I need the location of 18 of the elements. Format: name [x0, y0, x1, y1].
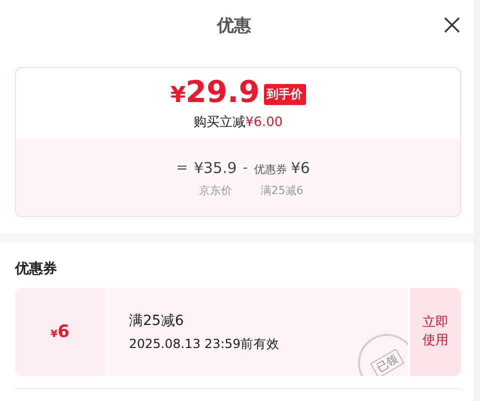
section-heading: 优惠券	[15, 260, 58, 278]
minus-sign: -	[242, 158, 248, 178]
base-price: ¥35.9	[194, 158, 237, 178]
sheet-title: 优惠	[217, 14, 251, 36]
saving-amount: ¥6.00	[245, 115, 283, 130]
discount-value: ¥6	[290, 158, 310, 178]
base-price-caption: 京东价	[198, 182, 232, 198]
discount-caption: 满25减6	[260, 182, 304, 198]
equals-sign: =	[176, 158, 188, 178]
final-price: ¥29.9	[170, 77, 260, 112]
discount-label: 优惠券	[254, 162, 287, 176]
coupon-condition: 满25减6	[129, 312, 185, 330]
coupon-expiry: 2025.08.13 23:59前有效	[129, 336, 281, 352]
close-icon[interactable]	[444, 17, 460, 33]
coupon-value: ¥6	[50, 322, 70, 342]
saving-label: 购买立减	[193, 115, 246, 130]
final-price-tag: 到手价	[264, 84, 306, 105]
use-now-button[interactable]: 立即使用	[410, 288, 461, 376]
